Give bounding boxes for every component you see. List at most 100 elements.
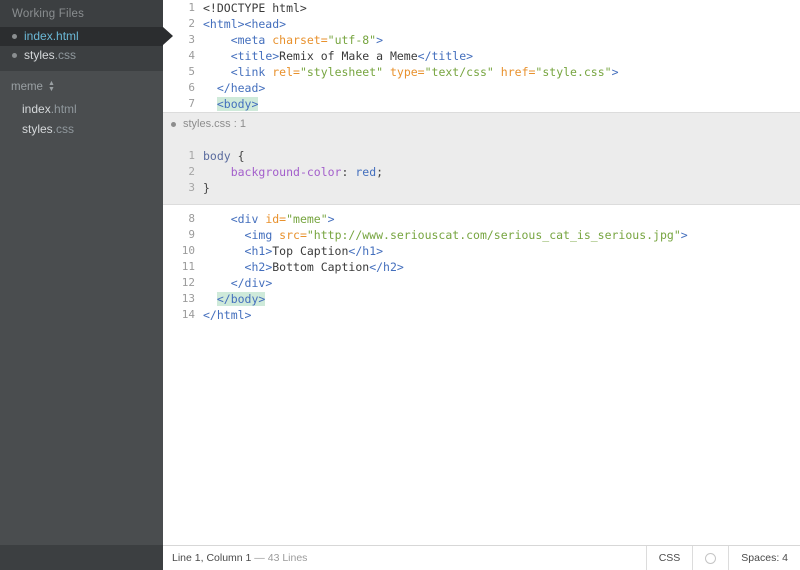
working-files-pane: Working Files index .html styles .css: [0, 0, 173, 71]
indent-setting[interactable]: Spaces: 4: [728, 545, 800, 570]
sidebar: Working Files index .html styles .css meme…: [0, 0, 173, 570]
code-token: >: [611, 65, 619, 79]
code-line-text: <img src="http://www.seriouscat.com/seri…: [203, 227, 800, 243]
code-line[interactable]: 10 <h1>Top Caption</h1>: [163, 243, 800, 259]
code-line-text: <body>: [203, 96, 800, 112]
code-line[interactable]: 4 <title>Remix of Make a Meme</title>: [163, 48, 800, 64]
code-token: </h1>: [348, 244, 384, 258]
code-line-text: </head>: [203, 80, 800, 96]
line-number: 1: [188, 1, 195, 14]
inline-css-quick-edit-widget[interactable]: styles.css : 1 1 body {2 background-color…: [163, 112, 800, 205]
code-line[interactable]: 11 <h2>Bottom Caption</h2>: [163, 259, 800, 275]
html-code-top[interactable]: 1 <!DOCTYPE html> 2 <html><head> 3 <meta cha…: [163, 0, 800, 112]
project-name: meme: [11, 81, 43, 93]
code-line[interactable]: 14 </html>: [163, 307, 800, 323]
code-line-text: <link rel="stylesheet" type="text/css" h…: [203, 64, 800, 80]
code-token: <div: [230, 212, 266, 226]
dirty-dot-icon: [12, 53, 17, 58]
code-token: </title>: [417, 49, 474, 63]
code-line-text: background-color: red;: [203, 164, 800, 180]
code-token: <img: [244, 228, 280, 242]
brackets-editor-window: Working Files index .html styles .css meme…: [0, 0, 800, 570]
code-token: "text/css": [424, 65, 494, 79]
line-number: 8: [188, 212, 195, 225]
code-token: <h1>: [244, 244, 273, 258]
code-line[interactable]: 9 <img src="http://www.seriouscat.com/se…: [163, 227, 800, 243]
working-file-item-index-html[interactable]: index .html: [0, 27, 173, 46]
code-line[interactable]: 7 <body>: [163, 96, 800, 112]
status-separator: —: [251, 552, 268, 564]
line-number: 10: [181, 244, 195, 257]
code-line[interactable]: 12 </div>: [163, 275, 800, 291]
working-file-item-styles-css[interactable]: styles .css: [0, 46, 163, 65]
code-token: background-color: [230, 165, 342, 179]
code-token: <h2>: [244, 260, 273, 274]
code-line[interactable]: 5 <link rel="stylesheet" type="text/css"…: [163, 64, 800, 80]
line-number: 2: [188, 165, 195, 178]
code-token: charset=: [272, 33, 328, 47]
language-label: CSS: [658, 552, 681, 564]
code-line[interactable]: 1 <!DOCTYPE html>: [163, 0, 800, 16]
html-code-bottom[interactable]: 8 <div id="meme"> 9 <img src="http://www.…: [163, 205, 800, 323]
working-file-ext: .css: [54, 48, 77, 62]
code-token: >: [327, 212, 335, 226]
line-number: 13: [181, 292, 195, 305]
line-number: 14: [181, 308, 195, 321]
tree-item-index-html[interactable]: index.html: [0, 99, 163, 119]
chevron-updown-icon: ▲ ▼: [47, 80, 55, 93]
tree-item-styles-css[interactable]: styles.css: [0, 119, 163, 139]
code-line[interactable]: 13 </body>: [163, 291, 800, 307]
code-line-text: </html>: [203, 307, 800, 323]
code-line-text: <!DOCTYPE html>: [203, 0, 800, 16]
code-token: >: [680, 228, 688, 242]
code-token: </head>: [216, 81, 266, 95]
code-line-text: </body>: [203, 291, 800, 307]
inline-widget-title: styles.css : 1: [183, 118, 246, 130]
line-number: 4: [188, 49, 195, 62]
circle-icon: [705, 552, 717, 564]
code-line[interactable]: 8 <div id="meme">: [163, 211, 800, 227]
code-scroll-area[interactable]: 1 <!DOCTYPE html> 2 <html><head> 3 <meta cha…: [163, 0, 800, 545]
code-token: </h2>: [369, 260, 404, 274]
code-line[interactable]: 1 body {: [163, 148, 800, 164]
language-selector[interactable]: CSS: [645, 545, 693, 570]
code-line-text: <h1>Top Caption</h1>: [203, 243, 800, 259]
css-code-inline[interactable]: 1 body {2 background-color: red; 3}: [163, 148, 800, 196]
code-token: href=: [500, 65, 536, 79]
code-line[interactable]: 6 </head>: [163, 80, 800, 96]
lint-status-button[interactable]: [692, 545, 728, 570]
code-token: <!DOCTYPE html>: [203, 1, 307, 15]
code-token: <title>: [230, 49, 280, 63]
code-token: "style.css": [535, 65, 612, 79]
code-token: id=: [265, 212, 287, 226]
tree-file-ext: .html: [50, 102, 77, 116]
code-line[interactable]: 2 <html><head>: [163, 16, 800, 32]
code-line-text: <title>Remix of Make a Meme</title>: [203, 48, 800, 64]
project-files-pane: meme ▲ ▼ index.html styles.css: [0, 71, 163, 545]
code-token: </div>: [230, 276, 273, 290]
code-line[interactable]: 3 <meta charset="utf-8">: [163, 32, 800, 48]
status-right-group: CSS Spaces: 4: [645, 545, 800, 570]
code-token: Top Caption: [272, 244, 349, 258]
tree-file-ext: .css: [52, 122, 75, 136]
code-token: :: [341, 165, 356, 179]
project-dropdown[interactable]: meme ▲ ▼: [0, 72, 163, 99]
line-number: 11: [181, 260, 195, 273]
code-line[interactable]: 3}: [163, 180, 800, 196]
code-token: "http://www.seriouscat.com/serious_cat_i…: [306, 228, 681, 242]
line-number: 5: [188, 65, 195, 78]
working-file-ext: .html: [52, 29, 79, 43]
code-line-text: <html><head>: [203, 16, 800, 32]
code-line[interactable]: 2 background-color: red;: [163, 164, 800, 180]
